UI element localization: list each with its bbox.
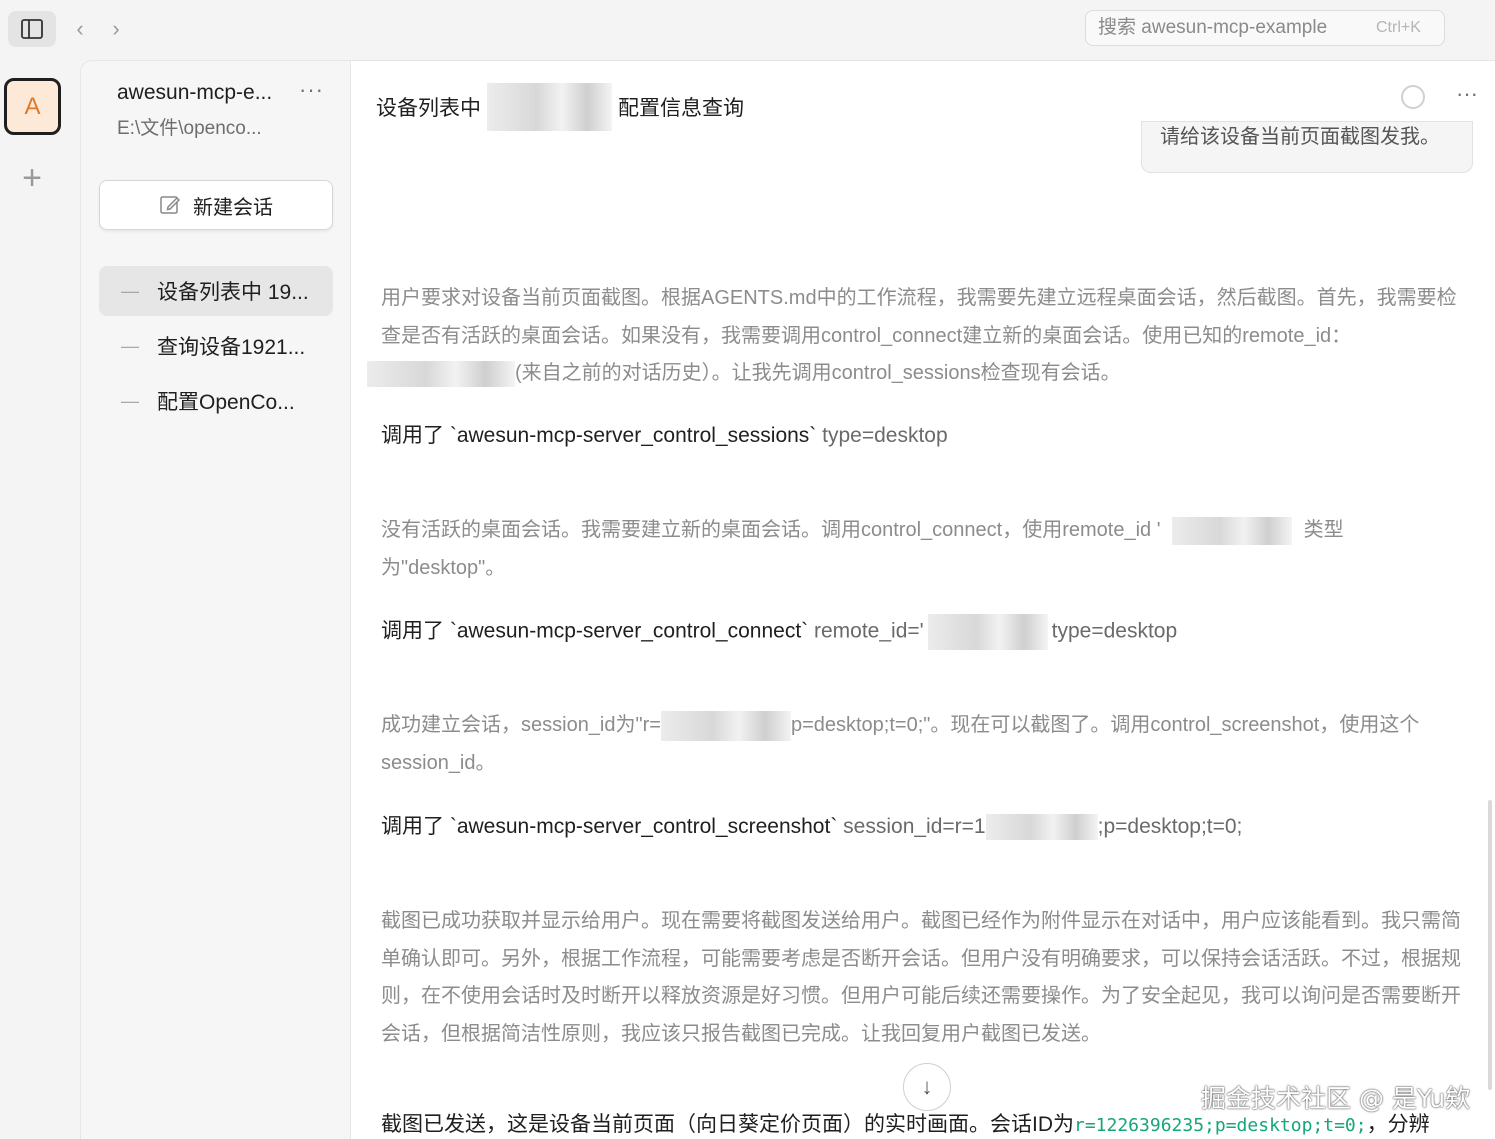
tool-call-name: 调用了 `awesun-mcp-server_control_sessions` [381,424,817,447]
plus-icon: + [22,158,42,197]
avatar-letter: A [24,92,41,120]
chat-title-suffix: 配置信息查询 [618,97,744,120]
conversation-item[interactable]: — 查询设备1921... [99,321,333,371]
tool-call[interactable]: 调用了 `awesun-mcp-server_control_connect` … [381,614,1177,650]
sidebar-toggle-button[interactable] [8,11,56,47]
redacted-block [1172,516,1293,545]
chat-more-button[interactable]: ··· [1456,81,1478,107]
conversation-item[interactable]: — 配置OpenCo... [99,376,333,426]
conversation-label: 查询设备1921... [157,336,306,359]
tool-call-name: 调用了 `awesun-mcp-server_control_connect` [381,619,809,643]
back-button[interactable]: ‹ [64,11,96,47]
session-id-code: r=1226396235;p=desktop;t=0; [1074,1115,1367,1136]
new-chat-button[interactable]: 新建会话 [99,180,333,230]
loading-spinner-icon [1401,85,1425,109]
assistant-reply-tail: ，分辨 [1366,1113,1430,1136]
chevron-right-icon: › [112,16,120,41]
thinking-text-part: 用户要求对设备当前页面截图。根据AGENTS.md中的工作流程，我需要先建立远程… [381,287,1457,347]
chat-panel: 设备列表中 配置信息查询 ··· 请给该设备当前页面截图发我。 用户要求对设备当… [350,60,1495,1139]
tool-call[interactable]: 调用了 `awesun-mcp-server_control_screensho… [381,810,1243,841]
project-more-button[interactable]: ··· [299,77,324,103]
dash-icon: — [121,280,139,301]
edit-icon [160,196,181,214]
thinking-text: 没有活跃的桌面会话。我需要建立新的桌面会话。调用control_connect，… [381,512,1421,587]
conversation-label: 设备列表中 19... [157,281,309,304]
conversation-label: 配置OpenCo... [157,391,295,414]
thinking-text: 成功建立会话，session_id为"r= p=desktop;t=0;"。现在可… [381,707,1476,782]
thinking-text-part: 成功建立会话，session_id为"r= [381,714,661,736]
project-name: awesun-mcp-e... [117,81,273,104]
search-input[interactable] [1098,17,1368,39]
thinking-text-part: (来自之前的对话历史）。让我先调用control_sessions检查现有会话。 [515,362,1121,384]
tool-call-name: 调用了 `awesun-mcp-server_control_screensho… [381,815,838,838]
scrollbar[interactable] [1488,800,1492,1090]
user-message-text: 请给该设备当前页面截图发我。 [1160,126,1440,148]
search-box[interactable]: Ctrl+K [1085,10,1445,46]
redacted-block [367,360,515,387]
redacted-block [487,83,612,131]
tool-call-args: type=desktop [1051,619,1178,643]
chat-title-prefix: 设备列表中 [376,97,481,120]
thinking-text-part: 没有活跃的桌面会话。我需要建立新的桌面会话。调用control_connect，… [381,519,1161,541]
forward-button[interactable]: › [100,11,132,47]
redacted-block [927,614,1048,650]
thinking-text-part: 截图已成功获取并显示给用户。现在需要将截图发送给用户。截图已经作为附件显示在对话… [381,910,1461,1045]
chevron-left-icon: ‹ [76,16,84,41]
thinking-text: 用户要求对设备当前页面截图。根据AGENTS.md中的工作流程，我需要先建立远程… [367,280,1476,393]
dash-icon: — [121,335,139,356]
scroll-to-bottom-button[interactable]: ↓ [903,1063,951,1111]
chat-title: 设备列表中 配置信息查询 [376,83,744,131]
sidebar-panel-icon [21,19,43,39]
top-bar: ‹ › Ctrl+K [0,0,1495,60]
search-shortcut: Ctrl+K [1376,19,1421,36]
tool-call-args: session_id=r=1 [843,815,986,838]
conversation-item[interactable]: — 设备列表中 19... [99,266,333,316]
dash-icon: — [121,390,139,411]
arrow-down-icon: ↓ [921,1074,933,1099]
project-path: E:\文件\openco... [117,118,262,139]
sidebar: awesun-mcp-e... E:\文件\openco... ··· 新建会话… [80,60,350,1139]
tool-call[interactable]: 调用了 `awesun-mcp-server_control_sessions`… [381,419,948,449]
tool-call-args: type=desktop [822,424,948,447]
add-project-button[interactable]: + [14,158,50,197]
user-message-bubble: 请给该设备当前页面截图发我。 [1141,121,1473,173]
thinking-text: 截图已成功获取并显示给用户。现在需要将截图发送给用户。截图已经作为附件显示在对话… [381,903,1476,1053]
project-avatar[interactable]: A [4,78,61,135]
tool-call-args: ;p=desktop;t=0; [1097,815,1243,838]
new-chat-label: 新建会话 [193,196,273,219]
tool-call-args: remote_id=' [814,619,924,643]
assistant-reply-text: 截图已发送，这是设备当前页面（向日葵定价页面）的实时画面。会话ID为 [381,1113,1074,1136]
project-rail: A + [0,60,80,1139]
watermark: 掘金技术社区 @ 是Yu欸 [1201,1084,1471,1113]
redacted-block [985,814,1098,841]
redacted-block [660,710,791,741]
